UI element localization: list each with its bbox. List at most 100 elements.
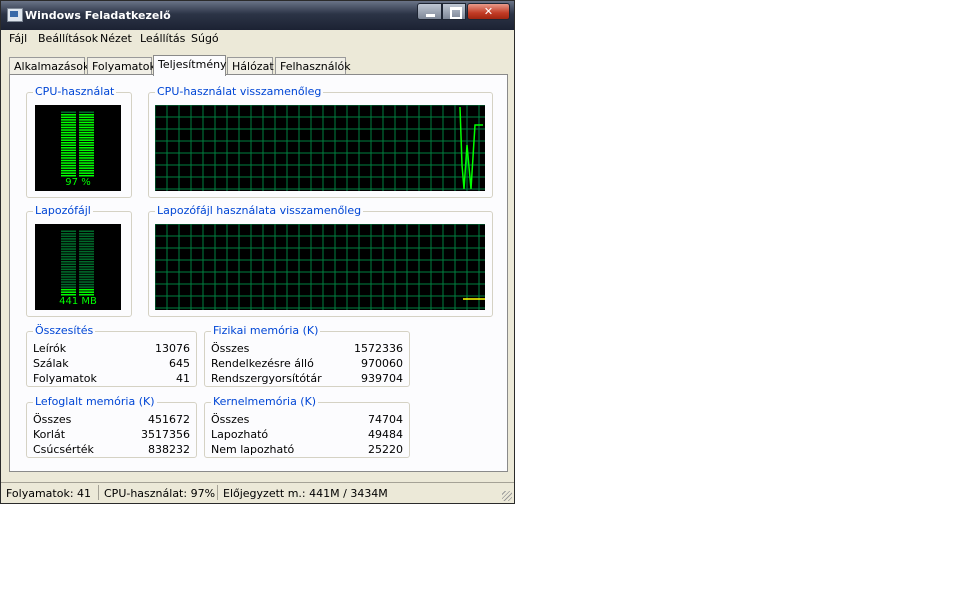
meter-segment-lit — [79, 129, 94, 131]
maximize-button[interactable] — [442, 3, 466, 20]
meter-segment-lit — [61, 144, 76, 147]
meter-segment-dim — [79, 273, 94, 276]
tab-applications[interactable]: Alkalmazások — [9, 57, 89, 75]
totals-value: 13076 — [155, 342, 190, 355]
menu-view[interactable]: Nézet — [100, 32, 132, 45]
meter-segment-dim — [61, 253, 76, 255]
pagefile-group: Lapozófájl 441 MB — [26, 204, 132, 317]
pagefile-history-group: Lapozófájl használata visszamenőleg — [148, 204, 493, 317]
physical-memory-group: Fizikai memória (K) Összes 1572336 Rendel… — [204, 324, 410, 387]
meter-segment-lit — [79, 114, 94, 116]
commit-row-total: Összes 451672 — [33, 413, 190, 427]
cpu-history-group: CPU-használat visszamenőleg — [148, 85, 493, 198]
kernel-memory-group: Kernelmemória (K) Összes 74704 Lapozható 4… — [204, 395, 410, 458]
meter-segment-lit — [79, 172, 94, 174]
meter-segment-dim — [61, 281, 76, 283]
tab-network[interactable]: Hálózat — [227, 57, 274, 75]
pagefile-meter: 441 MB — [35, 224, 121, 310]
meter-segment-dim — [61, 271, 76, 273]
meter-segment-dim — [61, 233, 76, 235]
meter-segment-lit — [61, 154, 76, 157]
meter-segment-lit — [61, 119, 76, 121]
kernel-row-paged: Lapozható 49484 — [211, 428, 403, 442]
meter-segment-dim — [61, 111, 76, 114]
meter-segment-lit — [61, 169, 76, 172]
meter-segment-dim — [79, 238, 94, 240]
physical-row-cache: Rendszergyorsítótár 939704 — [211, 372, 403, 386]
meter-segment-dim — [79, 248, 94, 250]
menu-help[interactable]: Súgó — [191, 32, 219, 45]
task-manager-icon — [7, 8, 23, 22]
meter-segment-lit — [61, 147, 76, 149]
title-bar[interactable]: Windows Feladatkezelő ✕ — [1, 1, 514, 30]
meter-segment-dim — [61, 255, 76, 258]
meter-segment-dim — [79, 235, 94, 238]
maximize-icon — [443, 4, 465, 19]
meter-segment-lit — [61, 159, 76, 162]
meter-segment-lit — [79, 121, 94, 124]
menu-shutdown[interactable]: Leállítás — [140, 32, 185, 45]
status-bar: Folyamatok: 41 CPU-használat: 97% Előjeg… — [1, 482, 514, 503]
totals-row-threads: Szálak 645 — [33, 357, 190, 371]
commit-memory-group: Lefoglalt memória (K) Összes 451672 Korlá… — [26, 395, 197, 458]
resize-grip[interactable] — [502, 491, 512, 501]
meter-segment-dim — [61, 268, 76, 271]
meter-segment-lit — [79, 164, 94, 167]
meter-segment-dim — [61, 276, 76, 278]
minimize-button[interactable] — [417, 3, 442, 20]
kernel-label: Összes — [211, 413, 250, 426]
meter-segment-dim — [61, 278, 76, 281]
totals-row-handles: Leírók 13076 — [33, 342, 190, 356]
meter-segment-lit — [61, 141, 76, 144]
meter-segment-dim — [79, 271, 94, 273]
status-separator — [217, 485, 218, 500]
pagefile-history-graph — [155, 224, 485, 310]
meter-segment-dim — [79, 233, 94, 235]
meter-segment-lit — [61, 157, 76, 159]
meter-segment-dim — [61, 240, 76, 243]
pagefile-history-plot — [155, 224, 485, 310]
menu-bar: Fájl Beállítások Nézet Leállítás Súgó — [1, 30, 514, 49]
meter-segment-lit — [61, 134, 76, 136]
window-title: Windows Feladatkezelő — [25, 9, 171, 22]
tab-performance[interactable]: Teljesítmény — [153, 55, 227, 76]
menu-file[interactable]: Fájl — [9, 32, 27, 45]
meter-segment-lit — [61, 139, 76, 141]
meter-segment-lit — [79, 139, 94, 141]
status-separator — [98, 485, 99, 500]
kernel-value: 74704 — [368, 413, 403, 426]
meter-segment-lit — [61, 152, 76, 154]
physical-label: Rendelkezésre álló — [211, 357, 314, 370]
close-button[interactable]: ✕ — [467, 3, 510, 20]
meter-segment-dim — [79, 263, 94, 266]
physical-value: 970060 — [361, 357, 403, 370]
status-commit: Előjegyzett m.: 441M / 3434M — [223, 487, 388, 500]
meter-segment-lit — [79, 291, 94, 293]
meter-segment-lit — [61, 291, 76, 293]
meter-segment-lit — [61, 136, 76, 139]
commit-value: 3517356 — [141, 428, 190, 441]
meter-segment-lit — [61, 126, 76, 129]
meter-segment-lit — [61, 162, 76, 164]
meter-segment-dim — [79, 286, 94, 288]
menu-settings[interactable]: Beállítások — [38, 32, 98, 45]
meter-segment-dim — [61, 248, 76, 250]
meter-segment-lit — [79, 131, 94, 134]
meter-segment-lit — [79, 152, 94, 154]
totals-row-processes: Folyamatok 41 — [33, 372, 190, 386]
meter-segment-lit — [79, 136, 94, 139]
tab-users[interactable]: Felhasználók — [275, 57, 351, 75]
meter-segment-lit — [79, 157, 94, 159]
cpu-usage-value: 97 % — [65, 177, 91, 188]
meter-segment-dim — [79, 281, 94, 283]
meter-segment-dim — [61, 250, 76, 253]
meter-segment-dim — [61, 273, 76, 276]
meter-segment-dim — [79, 111, 94, 114]
meter-segment-dim — [79, 230, 94, 233]
physical-memory-title: Fizikai memória (K) — [211, 324, 321, 337]
physical-row-available: Rendelkezésre álló 970060 — [211, 357, 403, 371]
tab-processes[interactable]: Folyamatok — [87, 57, 156, 75]
meter-segment-lit — [61, 288, 76, 291]
meter-segment-lit — [79, 119, 94, 121]
meter-segment-dim — [79, 278, 94, 281]
